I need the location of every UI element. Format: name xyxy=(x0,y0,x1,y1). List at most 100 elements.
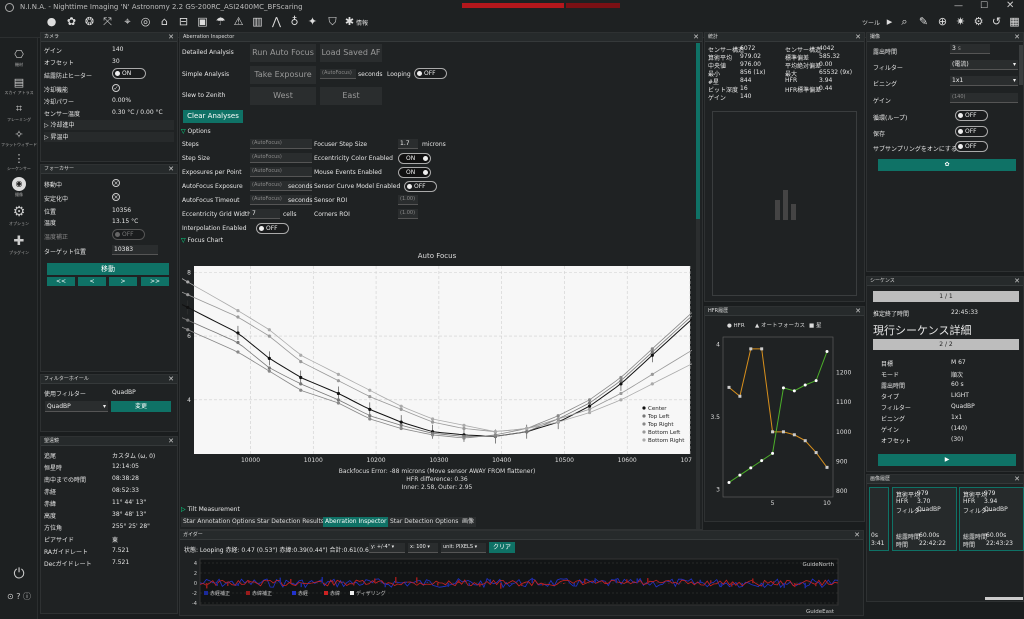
history-icon[interactable]: ↺ xyxy=(990,15,1003,28)
history-scrollbar[interactable] xyxy=(985,597,1023,600)
load-saved-af-button[interactable]: Load Saved AF xyxy=(320,44,382,62)
dome-icon[interactable]: ⌂ xyxy=(158,15,171,28)
close-icon[interactable]: ✕ xyxy=(854,531,860,540)
option-input[interactable]: (AutoFocus) xyxy=(250,167,312,177)
flatpanel-icon[interactable]: ▣ xyxy=(196,15,209,28)
guider-clear-button[interactable]: クリア xyxy=(489,542,515,553)
rotator-icon[interactable]: ⤧ xyxy=(101,15,114,28)
warming-item[interactable]: ▷ 昇温中 xyxy=(44,132,174,142)
history-card-partial[interactable]: 0s 3:41 xyxy=(869,487,889,551)
close-icon[interactable]: ✕ xyxy=(693,33,699,42)
tab-image[interactable]: 画像 xyxy=(460,517,477,527)
power-button[interactable]: ⏻ xyxy=(0,566,38,582)
imaging-scrollbar[interactable] xyxy=(1019,45,1023,85)
clear-analyses-button[interactable]: Clear Analyses xyxy=(183,110,243,123)
guider-icon[interactable]: ◎ xyxy=(139,15,152,28)
settings-icon[interactable]: ⚙ xyxy=(972,15,985,28)
move-button[interactable]: 移動 xyxy=(47,263,169,275)
option-input[interactable]: (1.00) xyxy=(398,209,418,219)
tab-star-detection-results[interactable]: Star Detection Results xyxy=(255,517,326,527)
tools-pointer-icon[interactable]: ▸ xyxy=(883,15,896,28)
tools-label[interactable]: ツール xyxy=(862,18,880,27)
plugin-icon[interactable]: ✱ xyxy=(343,15,356,28)
weather-icon[interactable]: ☂ xyxy=(214,15,227,28)
shield-icon[interactable]: ⛉ xyxy=(326,15,339,28)
search-icon[interactable]: ⌕ xyxy=(898,15,911,28)
cooling-item[interactable]: ▷ 冷却進中 xyxy=(44,120,174,130)
minimize-button[interactable]: — xyxy=(954,1,963,11)
exposure-time-input[interactable]: 3 s xyxy=(950,44,990,54)
switch-icon[interactable]: ⊟ xyxy=(177,15,190,28)
bottom-icons[interactable]: ⊙ ? ⓘ xyxy=(0,591,38,602)
step-far-left-button[interactable]: << xyxy=(47,277,75,286)
maximize-button[interactable]: ☐ xyxy=(980,1,988,11)
focuser-icon[interactable]: ❂ xyxy=(83,15,96,28)
run-autofocus-button[interactable]: Run Auto Focus xyxy=(250,44,316,62)
nav-sequencer[interactable]: ⋮ シーケンサー xyxy=(0,152,38,172)
units-select[interactable]: unit: PIXELS ▾ xyxy=(441,543,486,553)
option-input[interactable]: 7 xyxy=(250,209,280,219)
imaging-gain-input[interactable]: (140) xyxy=(950,93,1018,103)
camera-icon[interactable]: ● xyxy=(45,15,58,28)
close-icon[interactable]: ✕ xyxy=(168,375,174,384)
loop-toggle[interactable]: OFF xyxy=(955,110,988,121)
start-sequence-button[interactable]: ▶ xyxy=(878,454,1016,466)
filter-select[interactable]: QuadBP ▾ xyxy=(45,401,108,412)
close-icon[interactable]: ✕ xyxy=(855,33,861,42)
vertical-scrollbar[interactable] xyxy=(696,43,700,529)
focus-chart-expander[interactable]: ▽ Focus Chart xyxy=(181,237,223,244)
close-icon[interactable]: ✕ xyxy=(168,33,174,42)
capture-button[interactable]: ✿ xyxy=(878,159,1016,171)
options-expander[interactable]: ▽ Options xyxy=(181,128,211,135)
histogram-icon[interactable]: ▥ xyxy=(251,15,264,28)
subsample-toggle[interactable]: OFF xyxy=(955,141,988,152)
take-exposure-button[interactable]: Take Exposure xyxy=(250,66,316,84)
change-filter-button[interactable]: 変更 xyxy=(111,401,171,412)
graph-icon[interactable]: ⋀ xyxy=(270,15,283,28)
close-icon[interactable]: ✕ xyxy=(855,307,861,316)
step-far-right-button[interactable]: >> xyxy=(141,277,169,286)
history-card[interactable]: 算術平均 979 HFR 3.70 フィルター QuadBP 総露時間 60.00s 時間 22:… xyxy=(892,487,957,551)
dew-heater-toggle[interactable]: ON xyxy=(112,68,146,79)
lightbulb-icon[interactable]: ♁ xyxy=(288,15,301,28)
close-icon[interactable]: ✕ xyxy=(168,437,174,446)
star-icon[interactable]: ✦ xyxy=(306,15,319,28)
tilt-measurement-expander[interactable]: ▷ Tilt Measurement xyxy=(181,506,240,513)
nav-options[interactable]: ⚙ オプション xyxy=(0,204,38,227)
target-position-input[interactable]: 10383 xyxy=(112,245,158,255)
tab-star-annotation-options[interactable]: Star Annotation Options xyxy=(181,517,258,527)
east-button[interactable]: East xyxy=(320,87,382,105)
simple-exposure-input[interactable]: (AutoFocus) xyxy=(320,69,356,79)
close-icon[interactable]: ✕ xyxy=(168,165,174,174)
close-icon[interactable]: ✕ xyxy=(1014,475,1020,484)
option-input[interactable]: 1.7 xyxy=(398,139,418,149)
grid-icon[interactable]: ▦ xyxy=(1008,15,1021,28)
nav-imaging[interactable]: ◉ 撮像 xyxy=(0,176,38,198)
nav-plugins[interactable]: ✚ プラグイン xyxy=(0,234,38,256)
brush-icon[interactable]: ✎ xyxy=(917,15,930,28)
tab-aberration-inspector[interactable]: Aberration Inspector xyxy=(323,517,389,527)
option-input[interactable]: (1.00) xyxy=(398,195,418,205)
close-icon[interactable]: ✕ xyxy=(1014,33,1020,42)
west-button[interactable]: West xyxy=(250,87,316,105)
option-toggle[interactable]: ON xyxy=(398,167,431,178)
close-button[interactable]: ✕ xyxy=(1006,0,1014,11)
binning-select[interactable]: 1x1 ▾ xyxy=(950,76,1018,86)
info-label[interactable]: 情報 xyxy=(356,18,368,27)
crosshair-icon[interactable]: ⊕ xyxy=(936,15,949,28)
nav-sky-atlas[interactable]: ▤ スカイ アトラス xyxy=(0,76,38,96)
history-card[interactable]: 算術平均 979 HFR 3.94 フィルター QuadBP 総露時間 60.00s 時間 22:… xyxy=(959,487,1024,551)
interpolation-toggle[interactable]: OFF xyxy=(256,223,289,234)
x-scale-select[interactable]: x: 100 ▾ xyxy=(408,543,438,553)
nav-framing[interactable]: ⌗ フレーミング xyxy=(0,102,38,123)
telescope-icon[interactable]: ⌖ xyxy=(121,15,134,28)
stretch-icon[interactable]: ✷ xyxy=(954,15,967,28)
y-scale-select[interactable]: y: +/-4" ▾ xyxy=(369,543,405,553)
step-right-button[interactable]: > xyxy=(109,277,137,286)
temp-comp-toggle[interactable]: OFF xyxy=(112,229,145,240)
looping-toggle[interactable]: OFF xyxy=(414,68,447,79)
step-left-button[interactable]: < xyxy=(78,277,106,286)
filter-wheel-icon[interactable]: ✿ xyxy=(65,15,78,28)
close-icon[interactable]: ✕ xyxy=(1014,277,1020,286)
tab-star-detection-options[interactable]: Star Detection Options xyxy=(388,517,461,527)
